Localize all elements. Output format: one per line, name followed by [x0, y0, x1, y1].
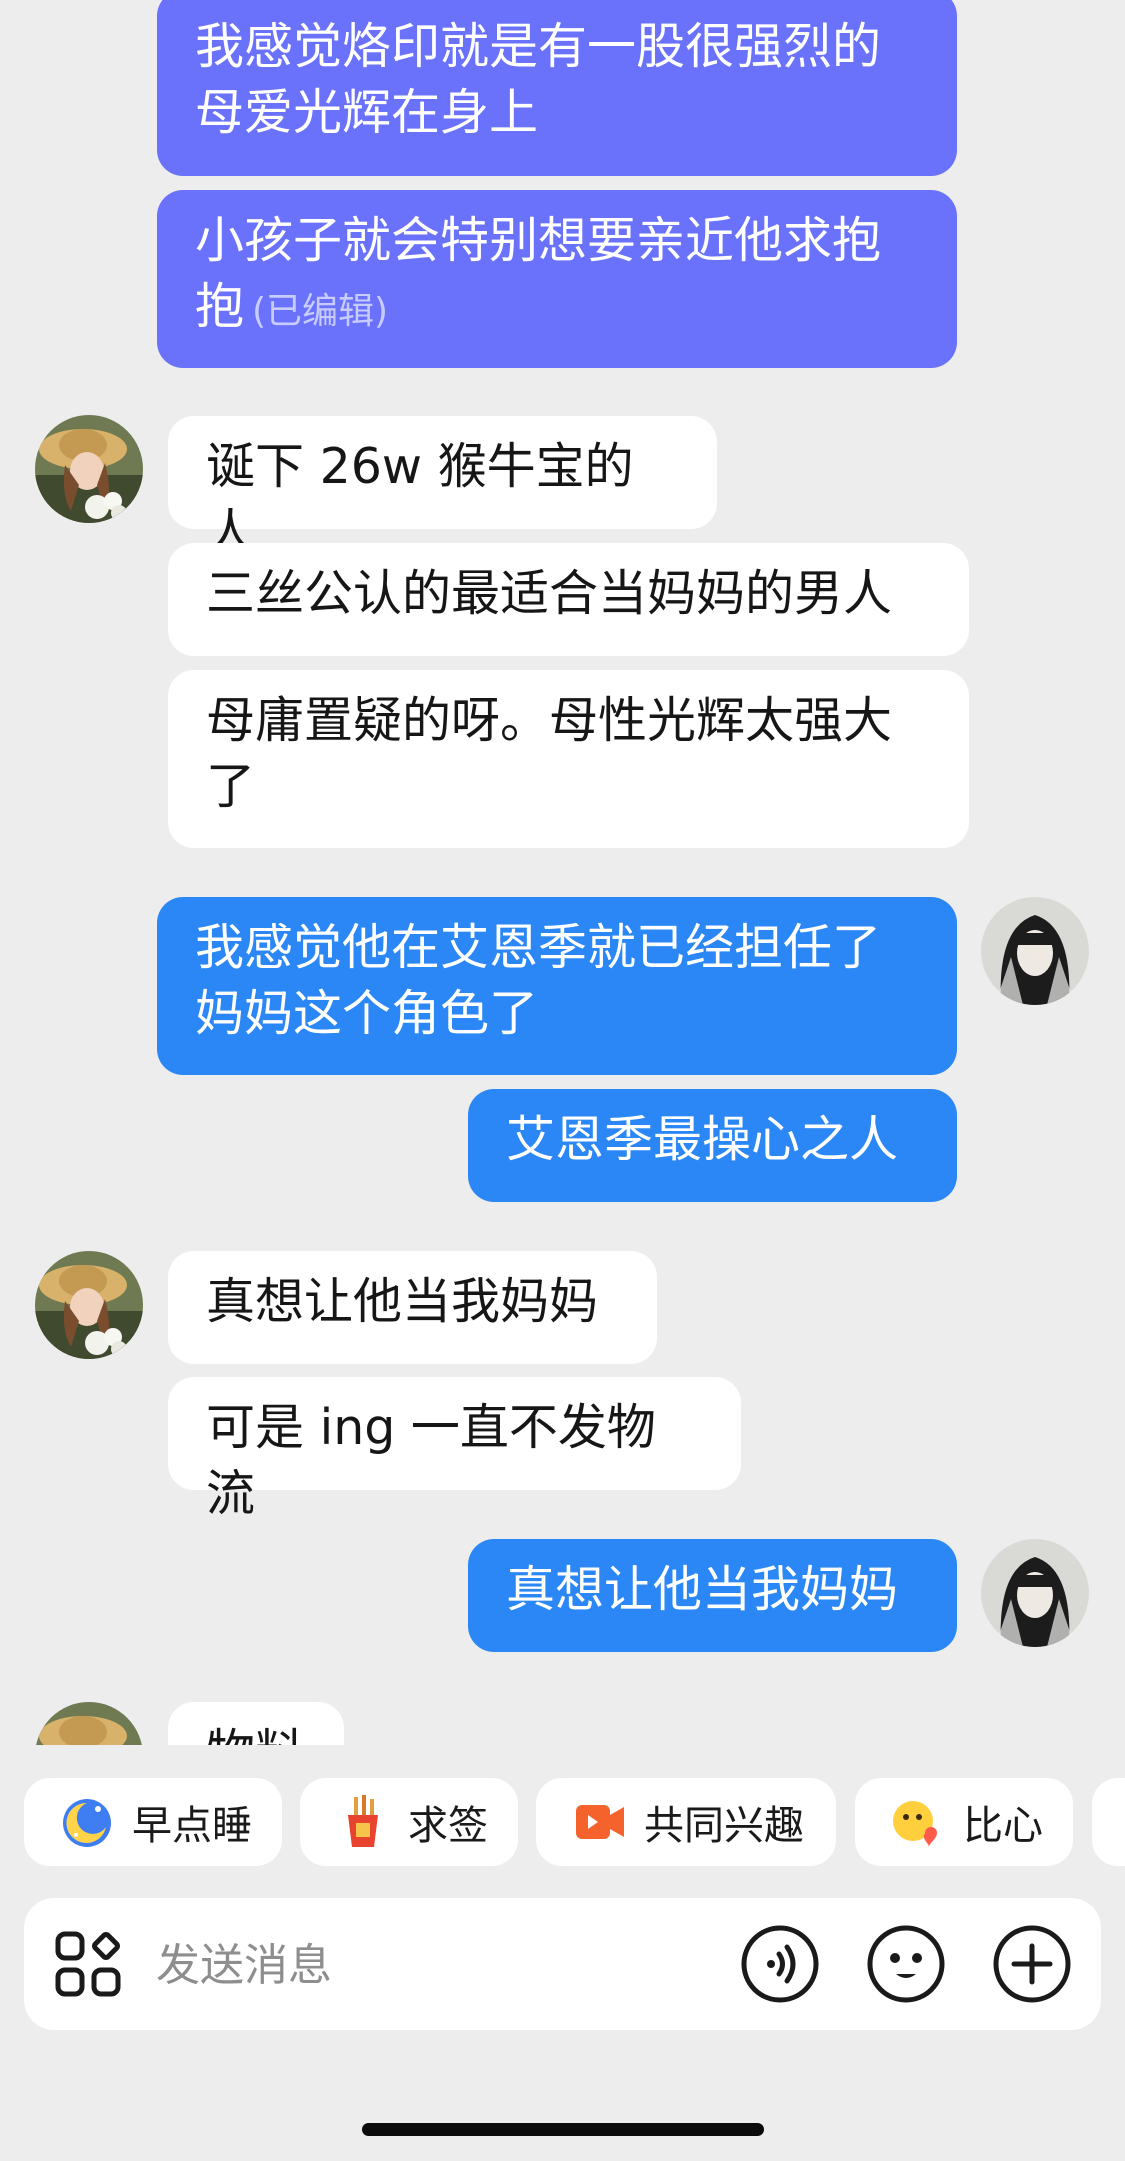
- message-bubble-incoming[interactable]: 母庸置疑的呀。母性光辉太强大了: [168, 670, 969, 848]
- avatar-image: [35, 1702, 143, 1745]
- chip-shared-interest[interactable]: 共同兴趣: [536, 1778, 836, 1866]
- message-text: 物料: [206, 1724, 304, 1745]
- avatar-image: [35, 415, 143, 523]
- message-bubble-outgoing[interactable]: 我感觉他在艾恩季就已经担任了妈妈这个角色了: [157, 897, 957, 1075]
- emoji-icon[interactable]: [866, 1924, 946, 2004]
- message-text: 三丝公认的最适合当妈妈的男人: [206, 565, 893, 622]
- chip-sleep-early[interactable]: 早点睡: [24, 1778, 282, 1866]
- message-bubble-incoming[interactable]: 诞下 26w 猴牛宝的人: [168, 416, 717, 561]
- message-bubble-incoming[interactable]: 物料: [168, 1702, 344, 1745]
- message-bubble-incoming[interactable]: 可是 ing 一直不发物流: [168, 1377, 741, 1522]
- message-bubble-incoming[interactable]: 三丝公认的最适合当妈妈的男人: [168, 543, 969, 656]
- fortune-sticks-icon: [348, 1795, 378, 1847]
- plus-icon[interactable]: [992, 1924, 1072, 2004]
- message-bubble-outgoing[interactable]: 我感觉烙印就是有一股很强烈的母爱光辉在身上: [157, 0, 957, 176]
- chip-label: 共同兴趣: [644, 1803, 804, 1849]
- message-bubble-outgoing[interactable]: 真想让他当我妈妈: [468, 1539, 957, 1652]
- my-avatar[interactable]: [981, 1539, 1089, 1647]
- heart-hands-icon: [893, 1801, 937, 1847]
- chip-label: 求签: [408, 1803, 488, 1849]
- avatar-image: [981, 1539, 1089, 1647]
- message-input-bar: [24, 1898, 1101, 2030]
- chip-label: 早点睡: [132, 1803, 252, 1849]
- message-text: 我感觉烙印就是有一股很强烈的母爱光辉在身上: [195, 18, 882, 141]
- avatar-image: [35, 1251, 143, 1359]
- message-text: 真想让他当我妈妈: [506, 1561, 899, 1618]
- my-avatar[interactable]: [981, 897, 1089, 1005]
- message-input[interactable]: [154, 1928, 718, 2002]
- apps-grid-icon[interactable]: [54, 1930, 122, 1998]
- video-icon: [576, 1805, 624, 1839]
- quick-reply-bar: 早点睡 求签 共同兴趣 比心: [0, 1778, 1125, 1868]
- message-bubble-outgoing[interactable]: 小孩子就会特别想要亲近他求抱抱 (已编辑): [157, 190, 957, 368]
- home-indicator[interactable]: [362, 2123, 764, 2136]
- contact-avatar[interactable]: [35, 1702, 143, 1745]
- chip-heart[interactable]: 比心: [855, 1778, 1073, 1866]
- message-text: 真想让他当我妈妈: [206, 1273, 599, 1330]
- moon-icon: [63, 1799, 111, 1847]
- chip-fortune[interactable]: 求签: [300, 1778, 518, 1866]
- avatar-image: [981, 897, 1089, 1005]
- edited-label: (已编辑): [252, 291, 389, 332]
- message-bubble-outgoing[interactable]: 艾恩季最操心之人: [468, 1089, 957, 1202]
- voice-icon[interactable]: [740, 1924, 820, 2004]
- message-bubble-incoming[interactable]: 真想让他当我妈妈: [168, 1251, 657, 1364]
- chat-area[interactable]: 我感觉烙印就是有一股很强烈的母爱光辉在身上 小孩子就会特别想要亲近他求抱抱 (已编…: [0, 0, 1125, 1745]
- message-text: 母庸置疑的呀。母性光辉太强大了: [206, 692, 893, 815]
- contact-avatar[interactable]: [35, 1251, 143, 1359]
- chip-more[interactable]: [1092, 1778, 1125, 1866]
- chip-label: 比心: [963, 1803, 1043, 1849]
- contact-avatar[interactable]: [35, 415, 143, 523]
- message-text: 艾恩季最操心之人: [506, 1111, 899, 1168]
- message-text: 可是 ing 一直不发物流: [206, 1399, 656, 1522]
- message-text: 我感觉他在艾恩季就已经担任了妈妈这个角色了: [195, 919, 882, 1042]
